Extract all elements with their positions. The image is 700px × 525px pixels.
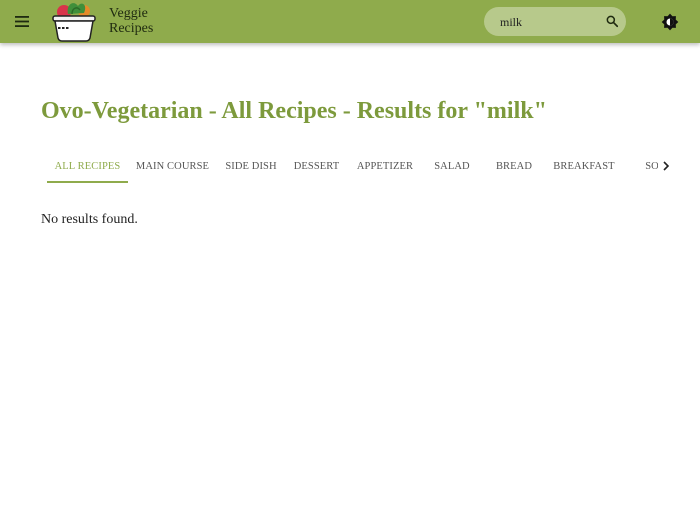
tab-dessert[interactable]: DESSERT bbox=[288, 150, 345, 182]
tab-bread[interactable]: BREAD bbox=[489, 150, 539, 182]
brand-line-1: Veggie bbox=[109, 6, 148, 21]
brightness-icon[interactable] bbox=[660, 12, 680, 32]
veggie-bowl-logo[interactable] bbox=[50, 0, 98, 43]
active-tab-indicator bbox=[47, 181, 128, 183]
tab-main-course[interactable]: MAIN COURSE bbox=[131, 150, 214, 182]
search-input[interactable] bbox=[500, 13, 600, 31]
menu-icon bbox=[15, 15, 29, 27]
brand-line-2: Recipes bbox=[109, 21, 154, 36]
search-icon[interactable] bbox=[605, 14, 619, 28]
brand-title[interactable]: Veggie Recipes bbox=[109, 6, 153, 36]
tab-appetizer[interactable]: APPETIZER bbox=[351, 150, 419, 182]
tab-side-dish[interactable]: SIDE DISH bbox=[219, 150, 283, 182]
top-app-bar: Veggie Recipes bbox=[0, 0, 700, 43]
tab-breakfast[interactable]: BREAKFAST bbox=[550, 150, 618, 182]
chevron-right-icon bbox=[663, 161, 670, 171]
no-results-message: No results found. bbox=[41, 212, 138, 227]
page-title: Ovo-Vegetarian - All Recipes - Results f… bbox=[41, 98, 547, 124]
search-box bbox=[484, 7, 626, 36]
tab-all-recipes[interactable]: ALL RECIPES bbox=[47, 150, 128, 182]
menu-button[interactable] bbox=[12, 11, 32, 31]
tabs-scroll-right-button[interactable] bbox=[658, 157, 674, 175]
category-tabs: ALL RECIPES MAIN COURSE SIDE DISH DESSER… bbox=[47, 150, 687, 184]
tab-salad[interactable]: SALAD bbox=[427, 150, 477, 182]
